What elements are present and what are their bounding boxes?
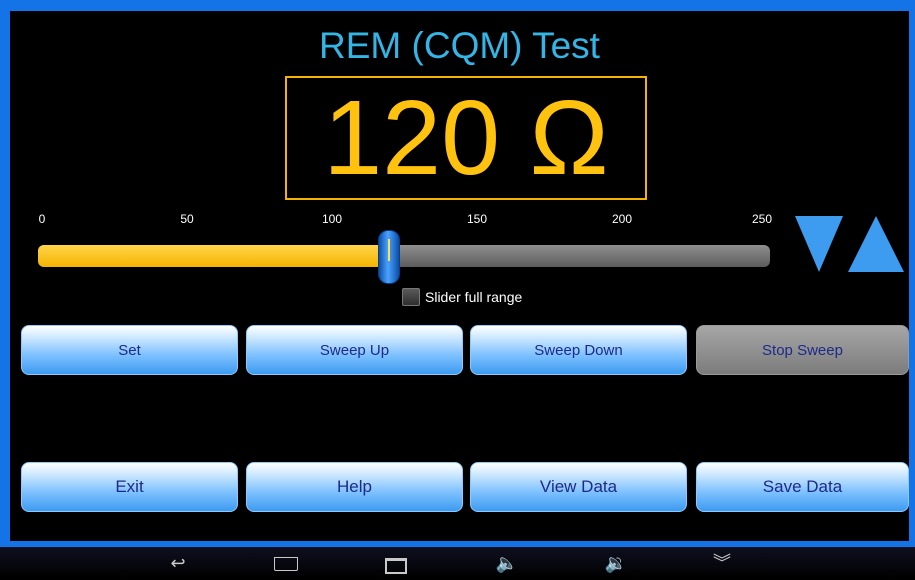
- resistance-value: 120 Ω: [323, 79, 609, 197]
- stop-sweep-button[interactable]: Stop Sweep: [696, 325, 909, 375]
- page-title: REM (CQM) Test: [319, 25, 600, 66]
- set-button[interactable]: Set: [21, 325, 238, 375]
- recent-apps-icon[interactable]: [381, 551, 411, 575]
- slider-tick-label: 100: [321, 212, 343, 226]
- slider-thumb[interactable]: [378, 230, 401, 284]
- slider-tick-label: 50: [180, 212, 194, 226]
- back-icon[interactable]: ↩: [163, 551, 193, 575]
- slider-full-range-label: Slider full range: [425, 289, 523, 305]
- view-data-button[interactable]: View Data: [470, 462, 687, 512]
- slider-fill: [38, 245, 390, 267]
- resistance-readout: 120 Ω: [285, 76, 647, 200]
- exit-button[interactable]: Exit: [21, 462, 238, 512]
- decrease-arrow-button[interactable]: [795, 216, 843, 272]
- app-window: REM (CQM) Test 120 Ω 0 50 100 150 200 25…: [10, 11, 909, 541]
- menu-collapse-icon[interactable]: ︾: [707, 551, 737, 575]
- resistance-slider[interactable]: [38, 230, 770, 284]
- help-button[interactable]: Help: [246, 462, 463, 512]
- slider-full-range-checkbox[interactable]: [402, 288, 420, 306]
- volume-up-icon[interactable]: 🔉: [601, 551, 631, 575]
- volume-down-icon[interactable]: 🔈: [492, 551, 522, 575]
- slider-tick-label: 0: [38, 212, 46, 226]
- sweep-down-button[interactable]: Sweep Down: [470, 325, 687, 375]
- increase-arrow-button[interactable]: [848, 216, 904, 272]
- slider-full-range-option[interactable]: Slider full range: [402, 288, 522, 306]
- home-icon[interactable]: [271, 551, 301, 575]
- slider-tick-label: 150: [466, 212, 488, 226]
- system-nav-bar: ↩ 🔈 🔉 ︾: [0, 547, 915, 579]
- save-data-button[interactable]: Save Data: [696, 462, 909, 512]
- slider-tick-label: 250: [751, 212, 773, 226]
- slider-tick-label: 200: [611, 212, 633, 226]
- sweep-up-button[interactable]: Sweep Up: [246, 325, 463, 375]
